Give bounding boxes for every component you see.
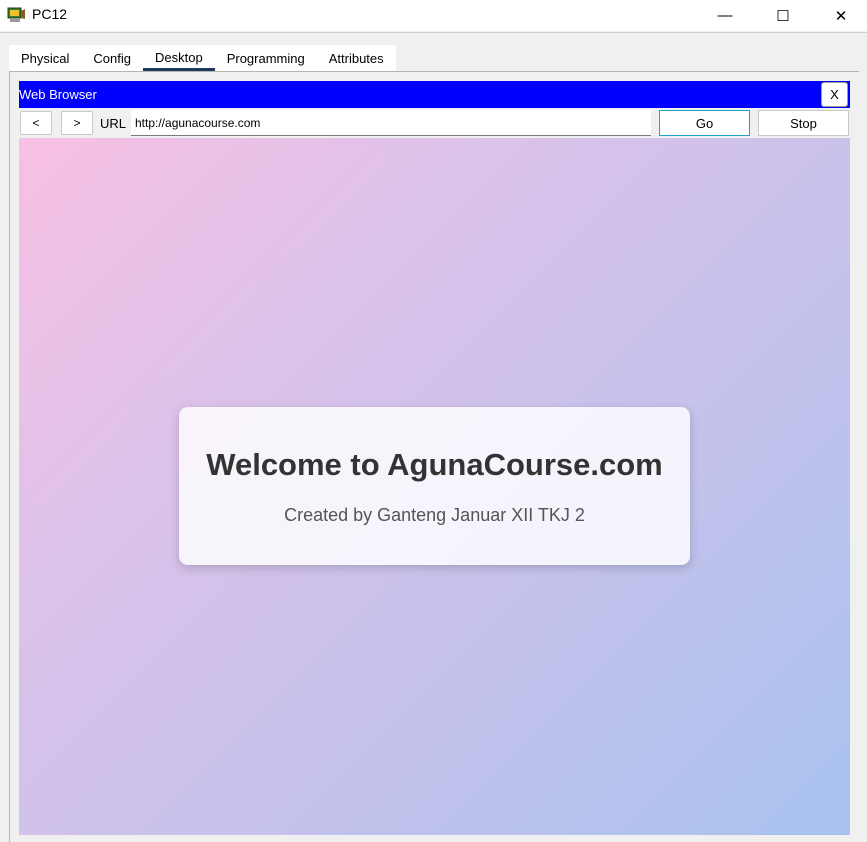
tab-config[interactable]: Config [81, 45, 143, 71]
browser-nav-bar: < > URL Go Stop [19, 110, 850, 137]
back-button[interactable]: < [20, 111, 52, 135]
web-browser-header: Web Browser X [19, 81, 850, 108]
title-bar: PC12 — ☐ ✕ [0, 0, 867, 31]
go-button[interactable]: Go [659, 110, 750, 136]
close-window-button[interactable]: ✕ [812, 0, 867, 31]
browser-close-button[interactable]: X [821, 82, 848, 107]
url-label: URL [100, 116, 127, 131]
page-heading: Welcome to AgunaCourse.com [206, 447, 663, 482]
forward-button[interactable]: > [61, 111, 93, 135]
minimize-button[interactable]: — [696, 0, 754, 31]
window-title: PC12 [32, 6, 68, 22]
tab-desktop[interactable]: Desktop [143, 45, 215, 71]
browser-viewport: Welcome to AgunaCourse.com Created by Ga… [19, 138, 850, 835]
tab-physical[interactable]: Physical [9, 45, 81, 71]
tab-attributes[interactable]: Attributes [317, 45, 396, 71]
pc-app-icon [7, 7, 25, 22]
welcome-card: Welcome to AgunaCourse.com Created by Ga… [179, 407, 690, 565]
stop-button[interactable]: Stop [758, 110, 849, 136]
url-input[interactable] [131, 110, 651, 136]
web-browser-title: Web Browser [19, 87, 97, 102]
page-subtitle: Created by Ganteng Januar XII TKJ 2 [284, 505, 585, 525]
title-separator [0, 32, 867, 33]
tab-bar: Physical Config Desktop Programming Attr… [9, 45, 396, 71]
tab-programming[interactable]: Programming [215, 45, 317, 71]
maximize-button[interactable]: ☐ [754, 0, 812, 31]
